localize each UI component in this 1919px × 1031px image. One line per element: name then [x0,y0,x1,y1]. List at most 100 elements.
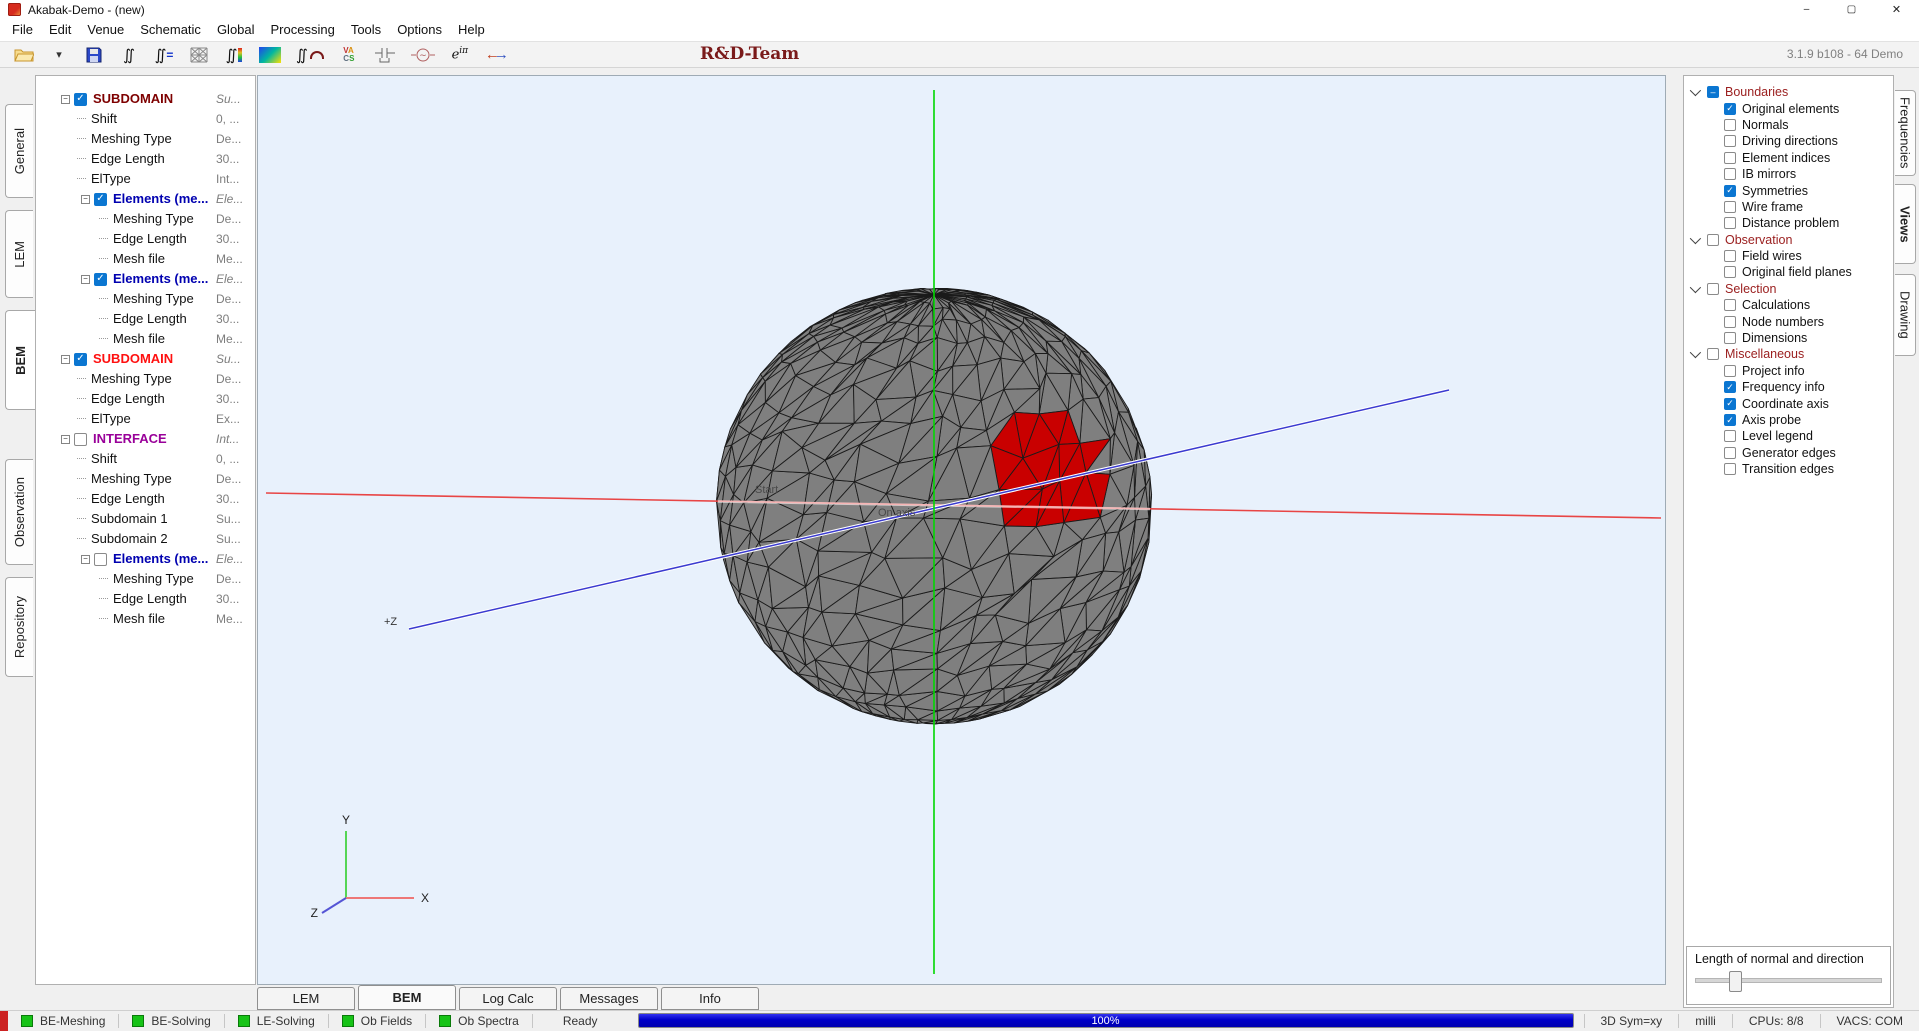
view-group-label[interactable]: Miscellaneous [1725,347,1804,361]
option-checkbox[interactable] [1724,332,1736,344]
tree-row-edge-length[interactable]: Edge Length30... [36,229,255,249]
tree-row-label[interactable]: Shift [91,109,117,129]
tree-row-label[interactable]: Shift [91,449,117,469]
tree-row-meshing-type[interactable]: Meshing TypeDe... [36,369,255,389]
menu-global[interactable]: Global [209,19,263,41]
view-option-label[interactable]: Project info [1742,364,1805,378]
tree-checkbox[interactable]: ✓ [74,93,87,106]
be-solve-icon[interactable]: ∬= [154,44,174,66]
gradient-map-icon[interactable] [259,44,281,66]
view-group-boundaries[interactable]: –Boundaries [1684,84,1893,100]
menu-file[interactable]: File [4,19,41,41]
group-checkbox[interactable]: – [1707,86,1719,98]
view-option-dimensions[interactable]: Dimensions [1684,330,1893,346]
option-checkbox[interactable] [1724,250,1736,262]
tree-row-meshing-type[interactable]: Meshing TypeDe... [36,209,255,229]
tree-row-eltype[interactable]: ElTypeEx... [36,409,255,429]
menu-edit[interactable]: Edit [41,19,79,41]
normal-length-slider[interactable] [1695,978,1882,983]
option-checkbox[interactable]: ✓ [1724,414,1736,426]
menu-processing[interactable]: Processing [263,19,343,41]
view-option-coordinate-axis[interactable]: ✓Coordinate axis [1684,395,1893,411]
tree-row-label[interactable]: INTERFACE [93,429,167,449]
view-option-wire-frame[interactable]: Wire frame [1684,199,1893,215]
menu-venue[interactable]: Venue [79,19,132,41]
view-option-element-indices[interactable]: Element indices [1684,150,1893,166]
right-tab-frequencies[interactable]: Frequencies [1895,90,1916,176]
open-file-icon[interactable] [14,44,34,66]
view-option-transition-edges[interactable]: Transition edges [1684,461,1893,477]
slider-thumb[interactable] [1729,971,1742,992]
view-option-label[interactable]: Calculations [1742,298,1810,312]
right-tab-views[interactable]: Views [1895,184,1916,264]
tree-row-label[interactable]: Elements (me... [113,549,208,569]
field-colorbar-icon[interactable]: ∬ [224,44,244,66]
right-tab-drawing[interactable]: Drawing [1895,274,1916,356]
view-option-label[interactable]: Original elements [1742,102,1839,116]
open-dropdown-icon[interactable]: ▾ [49,44,69,66]
option-checkbox[interactable] [1724,463,1736,475]
tree-row-edge-length[interactable]: Edge Length30... [36,389,255,409]
tree-row-label[interactable]: Edge Length [113,589,187,609]
view-option-label[interactable]: Axis probe [1742,413,1801,427]
circuit-icon[interactable] [374,44,396,66]
tree-row-label[interactable]: SUBDOMAIN [93,349,173,369]
tree-row-label[interactable]: Edge Length [91,389,165,409]
view-group-selection[interactable]: Selection [1684,281,1893,297]
view-option-label[interactable]: Node numbers [1742,315,1824,329]
view-option-original-field-planes[interactable]: Original field planes [1684,264,1893,280]
tree-row-eltype[interactable]: ElTypeInt... [36,169,255,189]
minimize-button[interactable]: – [1784,0,1829,19]
tree-row-meshing-type[interactable]: Meshing TypeDe... [36,129,255,149]
menu-options[interactable]: Options [389,19,450,41]
view-option-symmetries[interactable]: ✓Symmetries [1684,182,1893,198]
view-option-generator-edges[interactable]: Generator edges [1684,445,1893,461]
left-tab-repository[interactable]: Repository [5,577,33,677]
mesh-icon[interactable] [189,44,209,66]
group-checkbox[interactable] [1707,283,1719,295]
view-option-driving-directions[interactable]: Driving directions [1684,133,1893,149]
tree-row-label[interactable]: Mesh file [113,329,165,349]
option-checkbox[interactable]: ✓ [1724,381,1736,393]
viewport-3d[interactable]: StartOn axis+ZYXZ [257,75,1666,985]
tree-row-elements-me[interactable]: −✓Elements (me...Ele... [36,269,255,289]
view-option-label[interactable]: Generator edges [1742,446,1836,460]
vacs-icon[interactable]: VACS [339,44,359,66]
option-checkbox[interactable] [1724,365,1736,377]
tree-row-edge-length[interactable]: Edge Length30... [36,489,255,509]
option-checkbox[interactable]: ✓ [1724,103,1736,115]
euler-icon[interactable]: eiπ [450,44,470,66]
tree-row-edge-length[interactable]: Edge Length30... [36,589,255,609]
view-option-label[interactable]: Wire frame [1742,200,1803,214]
option-checkbox[interactable]: ✓ [1724,398,1736,410]
tree-row-elements-me[interactable]: −✓Elements (me...Ele... [36,189,255,209]
view-group-label[interactable]: Boundaries [1725,85,1788,99]
option-checkbox[interactable] [1724,316,1736,328]
span-arrow-icon[interactable]: ←→ [485,44,509,66]
left-tab-observation[interactable]: Observation [5,459,33,565]
view-option-normals[interactable]: Normals [1684,117,1893,133]
option-checkbox[interactable] [1724,119,1736,131]
tree-row-edge-length[interactable]: Edge Length30... [36,149,255,169]
view-option-label[interactable]: Dimensions [1742,331,1807,345]
tree-row-mesh-file[interactable]: Mesh fileMe... [36,249,255,269]
group-checkbox[interactable] [1707,234,1719,246]
tree-row-mesh-file[interactable]: Mesh fileMe... [36,609,255,629]
view-option-label[interactable]: Distance problem [1742,216,1839,230]
tree-row-edge-length[interactable]: Edge Length30... [36,309,255,329]
view-option-field-wires[interactable]: Field wires [1684,248,1893,264]
tree-row-shift[interactable]: Shift0, ... [36,109,255,129]
tree-row-label[interactable]: Elements (me... [113,269,208,289]
save-icon[interactable] [84,44,104,66]
option-checkbox[interactable] [1724,299,1736,311]
view-option-project-info[interactable]: Project info [1684,363,1893,379]
view-option-label[interactable]: Normals [1742,118,1789,132]
view-option-axis-probe[interactable]: ✓ Axis probe [1684,412,1893,428]
tree-row-shift[interactable]: Shift0, ... [36,449,255,469]
view-option-label[interactable]: Field wires [1742,249,1802,263]
tree-row-subdomain[interactable]: −✓SUBDOMAINSu... [36,89,255,109]
tree-checkbox[interactable] [94,553,107,566]
view-group-label[interactable]: Observation [1725,233,1792,247]
left-tab-general[interactable]: General [5,104,33,198]
be-script-icon[interactable]: ∬ [119,44,139,66]
